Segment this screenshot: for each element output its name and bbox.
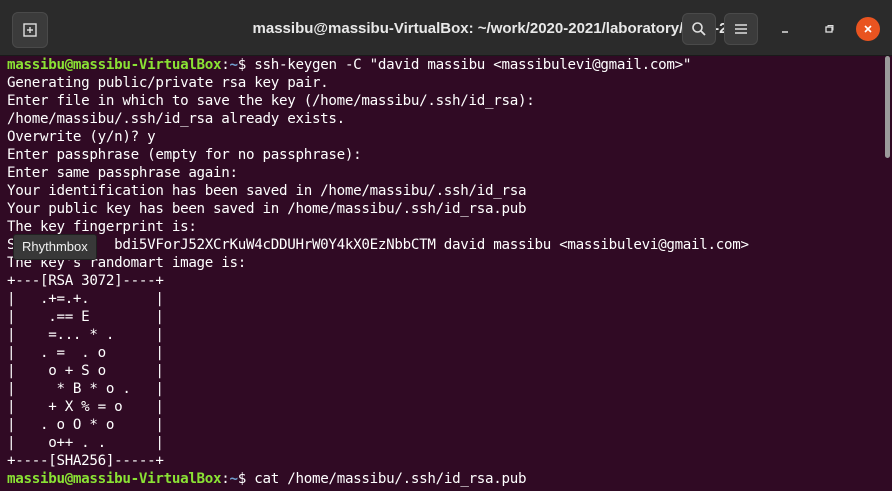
close-icon xyxy=(864,25,872,33)
output-line: Your public key has been saved in /home/… xyxy=(7,201,527,217)
command-text: cat /home/massibu/.ssh/id_rsa.pub xyxy=(254,471,527,487)
randomart-line: | =... * . | xyxy=(7,327,164,343)
new-tab-icon xyxy=(23,23,37,37)
command-text: ssh-keygen -C "david massibu <massibulev… xyxy=(254,57,692,73)
prompt-path: ~ xyxy=(229,471,239,487)
minimize-button[interactable] xyxy=(770,14,800,44)
randomart-line: +----[SHA256]-----+ xyxy=(7,453,164,469)
tooltip: Rhythmbox xyxy=(13,234,97,260)
prompt-user: massibu@massibu-VirtualBox xyxy=(7,471,222,487)
randomart-line: | .+=.+. | xyxy=(7,291,164,307)
output-line: Your identification has been saved in /h… xyxy=(7,183,527,199)
scrollbar[interactable] xyxy=(882,56,892,491)
output-line: Enter passphrase (empty for no passphras… xyxy=(7,147,362,163)
output-line: /home/massibu/.ssh/id_rsa already exists… xyxy=(7,111,345,127)
randomart-line: | . o O * o | xyxy=(7,417,164,433)
hamburger-menu-icon xyxy=(735,24,747,34)
search-button[interactable] xyxy=(682,13,716,45)
prompt-symbol: $ xyxy=(237,471,255,487)
title-bar: massibu@massibu-VirtualBox: ~/work/2020-… xyxy=(0,0,892,56)
output-line: Overwrite (y/n)? y xyxy=(7,129,156,145)
prompt-path: ~ xyxy=(229,57,239,73)
menu-button[interactable] xyxy=(724,13,758,45)
output-line: Enter file in which to save the key (/ho… xyxy=(7,93,535,109)
prompt-colon: : xyxy=(221,471,230,487)
randomart-line: | o + S o | xyxy=(7,363,164,379)
prompt-symbol: $ xyxy=(237,57,255,73)
new-tab-button[interactable] xyxy=(12,12,48,48)
fingerprint-line: S bdi5VForJ52XCrKuW4cDDUHrW0Y4kX0EzNbbCT… xyxy=(7,237,749,253)
search-icon xyxy=(692,22,706,36)
output-line: Generating public/private rsa key pair. xyxy=(7,75,329,91)
prompt-line-2: massibu@massibu-VirtualBox:~$ cat /home/… xyxy=(7,470,527,488)
terminal-output[interactable]: massibu@massibu-VirtualBox:~$ ssh-keygen… xyxy=(0,56,882,491)
randomart-line: +---[RSA 3072]----+ xyxy=(7,273,164,289)
minimize-icon xyxy=(782,31,788,33)
output-line: Enter same passphrase again: xyxy=(7,165,238,181)
close-button[interactable] xyxy=(856,17,880,41)
prompt-user: massibu@massibu-VirtualBox xyxy=(7,57,222,73)
prompt-colon: : xyxy=(221,57,230,73)
randomart-line: | .== E | xyxy=(7,309,164,325)
prompt-line-1: massibu@massibu-VirtualBox:~$ ssh-keygen… xyxy=(7,56,691,74)
randomart-line: | o++ . . | xyxy=(7,435,164,451)
scrollbar-thumb[interactable] xyxy=(885,56,890,158)
randomart-line: | * B * o . | xyxy=(7,381,164,397)
maximize-icon xyxy=(825,25,834,33)
maximize-button[interactable] xyxy=(814,14,844,44)
randomart-line: | + X % = o | xyxy=(7,399,164,415)
randomart-line: | . = . o | xyxy=(7,345,164,361)
